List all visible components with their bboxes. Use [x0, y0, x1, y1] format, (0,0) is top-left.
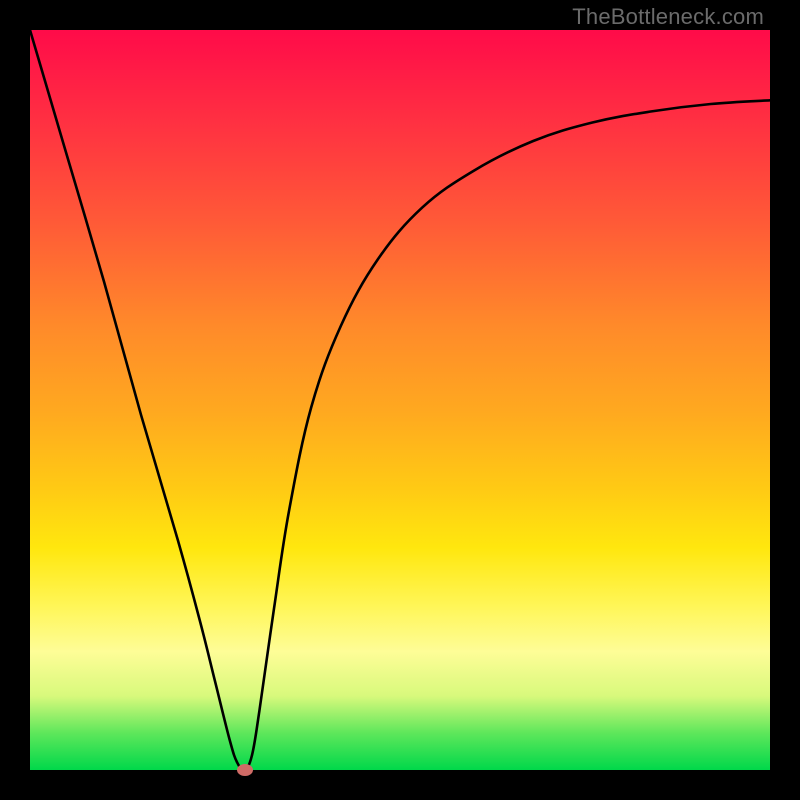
chart-frame: TheBottleneck.com — [0, 0, 800, 800]
curve-svg — [30, 30, 770, 770]
marker-dot — [237, 764, 253, 776]
watermark-text: TheBottleneck.com — [572, 4, 764, 30]
bottleneck-curve — [30, 30, 770, 770]
plot-area — [30, 30, 770, 770]
